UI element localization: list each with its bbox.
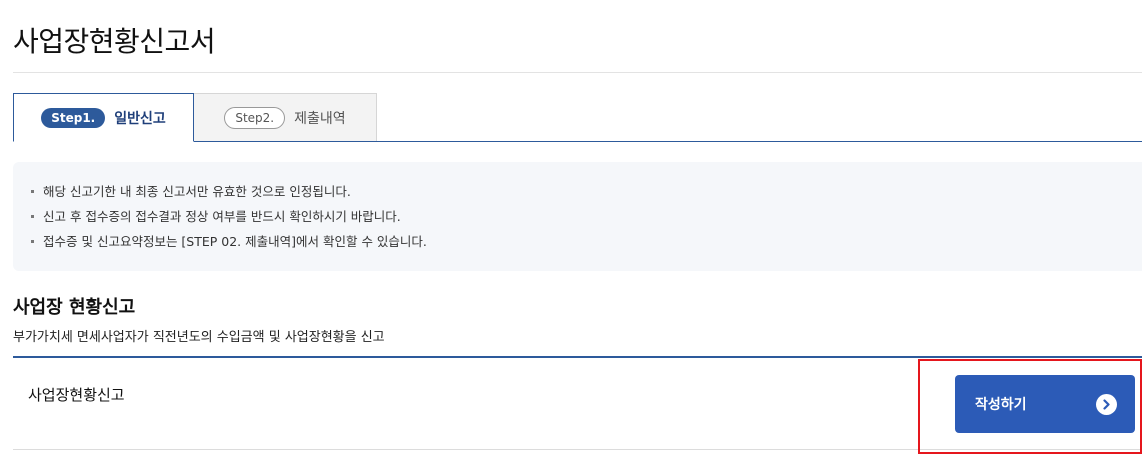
notice-item: 해당 신고기한 내 최종 신고서만 유효한 것으로 인정됩니다.	[31, 179, 1142, 204]
section-description: 부가가치세 면세사업자가 직전년도의 수입금액 및 사업장현황을 신고	[13, 330, 385, 345]
notice-text: 접수증 및 신고요약정보는 [STEP 02. 제출내역]에서 확인할 수 있습…	[43, 234, 427, 249]
notice-item: 접수증 및 신고요약정보는 [STEP 02. 제출내역]에서 확인할 수 있습…	[31, 229, 1142, 254]
bullet-icon	[31, 190, 34, 193]
page-title: 사업장현황신고서	[13, 25, 216, 58]
tab-step1-general-report[interactable]: Step1. 일반신고	[13, 93, 194, 142]
step1-badge: Step1.	[41, 107, 106, 128]
notice-text: 신고 후 접수증의 접수결과 정상 여부를 반드시 확인하시기 바랍니다.	[43, 209, 401, 224]
write-button[interactable]: 작성하기	[955, 375, 1135, 433]
bullet-icon	[31, 240, 34, 243]
step2-badge: Step2.	[224, 106, 286, 129]
title-divider	[13, 72, 1142, 73]
report-row-label: 사업장현황신고	[28, 386, 125, 404]
chevron-right-circle-icon	[1096, 393, 1117, 415]
section-title: 사업장 현황신고	[13, 297, 136, 318]
notice-item: 신고 후 접수증의 접수결과 정상 여부를 반드시 확인하시기 바랍니다.	[31, 204, 1142, 229]
bullet-icon	[31, 215, 34, 218]
notice-box: 해당 신고기한 내 최종 신고서만 유효한 것으로 인정됩니다. 신고 후 접수…	[13, 162, 1142, 271]
step-tabs: Step1. 일반신고 Step2. 제출내역	[13, 93, 1142, 142]
notice-text: 해당 신고기한 내 최종 신고서만 유효한 것으로 인정됩니다.	[43, 184, 351, 199]
tab-step1-label: 일반신고	[114, 110, 166, 127]
tab-step2-label: 제출내역	[294, 110, 346, 127]
write-button-label: 작성하기	[975, 397, 1027, 413]
tab-step2-submission-history[interactable]: Step2. 제출내역	[193, 93, 377, 141]
